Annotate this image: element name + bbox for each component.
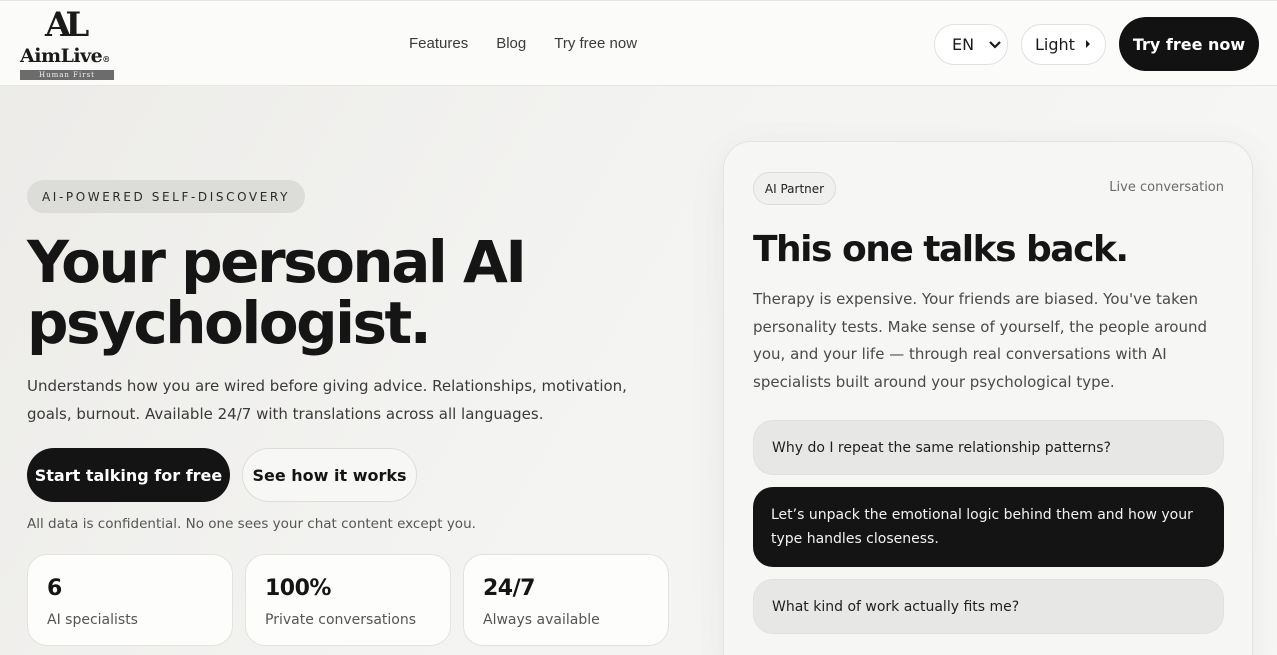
hero-title-line-2: psychologist. xyxy=(27,289,432,357)
nav-link-features[interactable]: Features xyxy=(409,34,468,54)
aimlive-logo[interactable]: AL AimLive® Human First xyxy=(19,5,121,81)
hero-title-line-1: Your personal AI xyxy=(27,228,527,296)
brand-name: AimLive xyxy=(20,45,103,67)
stat-value: 100% xyxy=(265,576,331,601)
hero-title: Your personal AI psychologist. xyxy=(27,232,667,354)
privacy-note: All data is confidential. No one sees yo… xyxy=(27,516,476,532)
stat-label: AI specialists xyxy=(47,612,138,628)
stat-card-private: 100% Private conversations xyxy=(245,554,451,646)
message-text: Why do I repeat the same relationship pa… xyxy=(772,439,1111,456)
try-free-button[interactable]: Try free now xyxy=(1119,17,1259,71)
logo-mark: AL xyxy=(45,5,89,45)
chat-message-user: Why do I repeat the same relationship pa… xyxy=(753,420,1224,475)
site-header: AL AimLive® Human First Features Blog Tr… xyxy=(0,0,1277,86)
conversation-preview-card: AI Partner Live conversation This one ta… xyxy=(723,141,1253,655)
chat-message-ai: Let’s unpack the emotional logic behind … xyxy=(753,487,1224,567)
hero-eyebrow-badge: AI-POWERED SELF-DISCOVERY xyxy=(27,180,305,213)
chat-message-user: What kind of work actually fits me? xyxy=(753,579,1224,634)
theme-value: Light xyxy=(1035,35,1075,54)
logo-wordmark: AimLive® xyxy=(20,45,122,67)
nav-link-blog[interactable]: Blog xyxy=(496,34,526,54)
language-value: EN xyxy=(952,35,975,54)
stat-card-availability: 24/7 Always available xyxy=(463,554,669,646)
message-text: What kind of work actually fits me? xyxy=(772,598,1020,615)
stat-label: Private conversations xyxy=(265,612,417,628)
stat-label: Always available xyxy=(483,612,600,628)
message-text: Let’s unpack the emotional logic behind … xyxy=(771,507,1193,547)
stat-value: 6 xyxy=(47,576,62,601)
chevron-down-icon xyxy=(987,34,1003,60)
stat-card-specialists: 6 AI specialists xyxy=(27,554,233,646)
caret-right-icon xyxy=(1085,38,1091,53)
registered-mark: ® xyxy=(102,54,110,64)
theme-select[interactable]: Light xyxy=(1021,24,1106,65)
nav-link-try-free[interactable]: Try free now xyxy=(554,34,637,54)
card-title: This one talks back. xyxy=(753,229,1129,270)
see-how-it-works-button[interactable]: See how it works xyxy=(242,448,417,502)
live-conversation-label: Live conversation xyxy=(1109,180,1224,195)
stat-value: 24/7 xyxy=(483,576,535,601)
start-talking-button[interactable]: Start talking for free xyxy=(27,448,230,502)
card-description: Therapy is expensive. Your friends are b… xyxy=(753,290,1207,391)
hero-subtitle: Understands how you are wired before giv… xyxy=(27,377,627,423)
main-nav: Features Blog Try free now xyxy=(409,34,637,54)
logo-tagline: Human First xyxy=(20,70,114,80)
ai-partner-badge: AI Partner xyxy=(753,172,836,205)
language-select[interactable]: EN xyxy=(934,24,1008,65)
